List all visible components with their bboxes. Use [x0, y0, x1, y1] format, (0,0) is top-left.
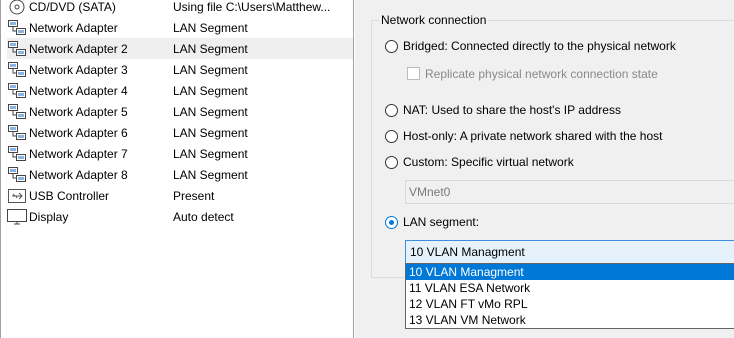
- device-name: Network Adapter 6: [29, 125, 128, 140]
- device-name: Network Adapter 3: [29, 62, 128, 77]
- device-name: CD/DVD (SATA): [29, 0, 116, 14]
- bridged-label[interactable]: Bridged: Connected directly to the physi…: [403, 39, 676, 53]
- device-summary: LAN Segment: [173, 20, 248, 35]
- network-settings-panel: Network connection Bridged: Connected di…: [355, 0, 734, 338]
- device-name: Network Adapter 2: [29, 41, 128, 56]
- device-row[interactable]: Network Adapter 3 LAN Segment: [7, 59, 353, 80]
- device-summary: LAN Segment: [173, 125, 248, 140]
- device-row[interactable]: Display Auto detect: [7, 206, 353, 227]
- usb-controller-icon: [7, 187, 27, 205]
- device-list: CD/DVD (SATA) Using file C:\Users\Matthew…: [0, 0, 354, 338]
- host-only-label[interactable]: Host-only: A private network shared with…: [403, 129, 662, 143]
- device-name: Network Adapter 7: [29, 146, 128, 161]
- device-row[interactable]: Network Adapter LAN Segment: [7, 17, 353, 38]
- network-adapter-icon: [7, 82, 27, 100]
- replicate-checkbox[interactable]: [407, 67, 420, 80]
- replicate-label: Replicate physical network connection st…: [425, 67, 658, 81]
- dropdown-option[interactable]: 12 VLAN FT vMo RPL: [406, 296, 734, 312]
- dropdown-option[interactable]: 13 VLAN VM Network: [406, 312, 734, 328]
- device-name: Network Adapter 8: [29, 167, 128, 182]
- network-adapter-icon: [7, 145, 27, 163]
- network-connection-title: Network connection: [379, 13, 489, 27]
- lan-segment-label[interactable]: LAN segment:: [403, 215, 479, 229]
- device-summary: LAN Segment: [173, 146, 248, 161]
- device-row[interactable]: USB Controller Present: [7, 185, 353, 206]
- display-icon: [7, 208, 27, 226]
- device-summary: LAN Segment: [173, 83, 248, 98]
- device-name: Network Adapter 4: [29, 83, 128, 98]
- device-row[interactable]: Network Adapter 6 LAN Segment: [7, 122, 353, 143]
- device-summary: LAN Segment: [173, 104, 248, 119]
- dropdown-option[interactable]: 10 VLAN Managment: [406, 264, 734, 280]
- network-adapter-icon: [7, 40, 27, 58]
- network-adapter-icon: [7, 61, 27, 79]
- custom-network-select[interactable]: VMnet0: [405, 180, 734, 204]
- device-row[interactable]: Network Adapter 7 LAN Segment: [7, 143, 353, 164]
- device-name: Network Adapter 5: [29, 104, 128, 119]
- network-adapter-icon: [7, 124, 27, 142]
- host-only-radio[interactable]: [385, 130, 398, 143]
- lan-segment-radio[interactable]: [385, 216, 398, 229]
- device-summary: Present: [173, 188, 215, 203]
- device-row[interactable]: Network Adapter 8 LAN Segment: [7, 164, 353, 185]
- network-adapter-icon: [7, 166, 27, 184]
- nat-label[interactable]: NAT: Used to share the host's IP address: [403, 103, 621, 117]
- device-row[interactable]: CD/DVD (SATA) Using file C:\Users\Matthew…: [7, 0, 353, 17]
- device-row[interactable]: Network Adapter 5 LAN Segment: [7, 101, 353, 122]
- custom-label[interactable]: Custom: Specific virtual network: [403, 155, 574, 169]
- nat-radio[interactable]: [385, 104, 398, 117]
- lan-segment-select[interactable]: 10 VLAN Managment: [405, 240, 734, 264]
- device-row[interactable]: Network Adapter 2 LAN Segment: [7, 38, 353, 59]
- bridged-radio[interactable]: [385, 40, 398, 53]
- network-adapter-icon: [7, 19, 27, 37]
- device-name: Network Adapter: [29, 20, 118, 35]
- device-summary: LAN Segment: [173, 41, 248, 56]
- lan-segment-dropdown: 10 VLAN Managment 11 VLAN ESA Network 12…: [405, 263, 734, 329]
- network-adapter-icon: [7, 103, 27, 121]
- device-summary: Using file C:\Users\Matthew...: [173, 0, 331, 14]
- custom-radio[interactable]: [385, 156, 398, 169]
- device-summary: LAN Segment: [173, 62, 248, 77]
- cd-drive-icon: [7, 0, 27, 16]
- device-summary: LAN Segment: [173, 167, 248, 182]
- device-summary: Auto detect: [173, 209, 234, 224]
- device-name: USB Controller: [29, 188, 110, 203]
- device-row[interactable]: Network Adapter 4 LAN Segment: [7, 80, 353, 101]
- dropdown-option[interactable]: 11 VLAN ESA Network: [406, 280, 734, 296]
- device-name: Display: [29, 209, 69, 224]
